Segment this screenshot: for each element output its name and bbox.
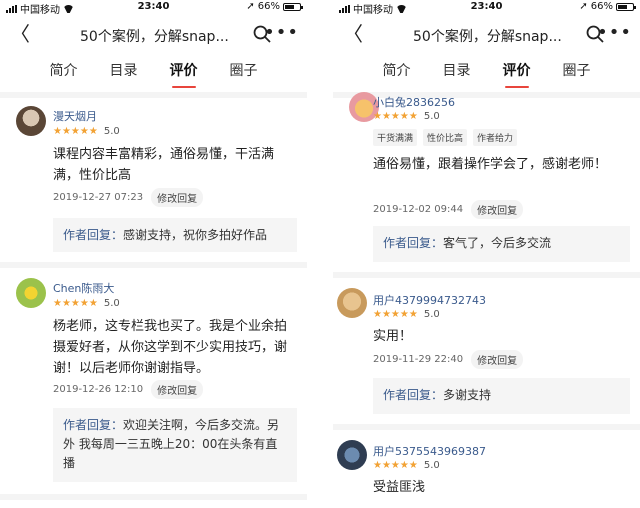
tab-catalog[interactable]: 目录 (427, 60, 487, 92)
reply-label: 作者回复： (383, 388, 444, 402)
review-content: 杨老师，这专栏我也买了。我是个业余拍摄爱好者，从你这学到不少实用技巧，谢谢！以后… (53, 319, 288, 376)
author-reply: 作者回复：感谢支持，祝你多拍好作品 (53, 218, 297, 252)
nav-bar: 〈 50个案例，分解snap... ••• (333, 20, 640, 50)
right-screen: 中国移动 23:40 ➚ 66% 〈 50个案例，分解snap... ••• 简… (333, 0, 640, 508)
stars-glyphs: ★★★★★ (53, 298, 98, 309)
battery-icon (283, 2, 303, 11)
tab-circle[interactable]: 圈子 (547, 60, 607, 92)
author-reply: 作者回复：多谢支持 (373, 378, 630, 414)
reply-label: 作者回复： (63, 228, 124, 242)
review-username[interactable]: 用户5375543969387 (373, 443, 486, 459)
review-username[interactable]: 小白兔2836256 (373, 94, 455, 110)
tab-bar: 简介 目录 评价 圈子 (333, 60, 640, 92)
divider (0, 494, 307, 500)
reply-text: 客气了，今后多交流 (443, 236, 552, 250)
divider (333, 272, 640, 278)
tab-intro[interactable]: 简介 (367, 60, 427, 92)
avatar[interactable] (16, 278, 46, 308)
battery-icon (616, 2, 636, 11)
back-arrow-icon[interactable]: 〈 (10, 24, 30, 44)
divider (0, 262, 307, 268)
rating-score: 5.0 (103, 126, 120, 137)
review-date: 2019-12-27 07:23 (53, 192, 144, 203)
author-reply: 作者回复：欢迎关注啊，今后多交流。另外 我每周一三五晚上20：00在头条有直播 (53, 408, 297, 482)
tag: 干货满满 (373, 129, 418, 146)
review-content: 受益匪浅 (373, 480, 426, 495)
rating-stars: ★★★★★ 5.0 (53, 126, 120, 137)
status-bar: 中国移动 23:40 ➚ 66% (0, 0, 307, 16)
review-date: 2019-12-02 09:44 (373, 204, 464, 215)
page-title: 50个案例，分解snap... (413, 29, 562, 45)
divider (333, 424, 640, 430)
stars-glyphs: ★★★★★ (373, 309, 418, 320)
edit-reply-button[interactable]: 修改回复 (471, 350, 524, 369)
tab-circle[interactable]: 圈子 (214, 60, 274, 92)
page-title: 50个案例，分解snap... (80, 29, 229, 45)
screenshot-gap (307, 0, 333, 508)
location-icon: ➚ (246, 1, 255, 12)
avatar[interactable] (337, 440, 367, 470)
review-content: 实用！ (373, 329, 413, 344)
rating-stars: ★★★★★ 5.0 (53, 298, 120, 309)
tab-reviews[interactable]: 评价 (154, 60, 214, 92)
tab-intro[interactable]: 简介 (34, 60, 94, 92)
review-content: 课程内容丰富精彩，通俗易懂，干活满满，性价比高 (53, 147, 275, 183)
reply-text: 感谢支持，祝你多拍好作品 (123, 228, 268, 242)
review-meta: 2019-12-27 07:23 修改回复 (53, 188, 204, 207)
tab-catalog[interactable]: 目录 (94, 60, 154, 92)
more-icon[interactable]: ••• (597, 22, 632, 43)
reply-label: 作者回复： (383, 236, 444, 250)
stars-glyphs: ★★★★★ (373, 460, 418, 471)
avatar[interactable] (16, 106, 46, 136)
review-username[interactable]: 用户4379994732743 (373, 292, 486, 308)
review-content: 通俗易懂，跟着操作学会了，感谢老师！ (373, 157, 608, 172)
rating-score: 5.0 (423, 309, 440, 320)
rating-score: 5.0 (103, 298, 120, 309)
stars-glyphs: ★★★★★ (53, 126, 98, 137)
more-icon[interactable]: ••• (264, 22, 299, 43)
edit-reply-button[interactable]: 修改回复 (151, 188, 204, 207)
left-screen: 中国移动 23:40 ➚ 66% 〈 50个案例，分解snap... ••• 简… (0, 0, 307, 508)
rating-stars: ★★★★★ 5.0 (373, 460, 440, 471)
reply-text: 多谢支持 (443, 388, 492, 402)
review-date: 2019-12-26 12:10 (53, 384, 144, 395)
review-date: 2019-11-29 22:40 (373, 354, 464, 365)
rating-score: 5.0 (423, 111, 440, 122)
status-bar: 中国移动 23:40 ➚ 66% (333, 0, 640, 16)
review-meta: 2019-11-29 22:40 修改回复 (373, 350, 524, 369)
edit-reply-button[interactable]: 修改回复 (151, 380, 204, 399)
stars-glyphs: ★★★★★ (373, 111, 418, 122)
tag: 性价比高 (423, 129, 468, 146)
review-meta: 2019-12-02 09:44 修改回复 (373, 200, 524, 219)
rating-stars: ★★★★★ 5.0 (373, 111, 440, 122)
battery-percent: 66% (257, 1, 280, 12)
rating-score: 5.0 (423, 460, 440, 471)
review-meta: 2019-12-26 12:10 修改回复 (53, 380, 204, 399)
review-tags: 干货满满 性价比高 作者给力 (373, 129, 518, 146)
nav-bar: 〈 50个案例，分解snap... ••• (0, 20, 307, 50)
tab-bar: 简介 目录 评价 圈子 (0, 60, 307, 92)
location-icon: ➚ (579, 1, 588, 12)
author-reply: 作者回复：客气了，今后多交流 (373, 226, 630, 262)
rating-stars: ★★★★★ 5.0 (373, 309, 440, 320)
review-username[interactable]: Chen陈雨大 (53, 280, 114, 296)
edit-reply-button[interactable]: 修改回复 (471, 200, 524, 219)
tag: 作者给力 (473, 129, 518, 146)
battery-percent: 66% (590, 1, 613, 12)
reply-label: 作者回复： (63, 418, 124, 432)
avatar[interactable] (337, 288, 367, 318)
tab-reviews[interactable]: 评价 (487, 60, 547, 92)
back-arrow-icon[interactable]: 〈 (343, 24, 363, 44)
divider (0, 92, 307, 98)
review-username[interactable]: 漫天烟月 (53, 108, 97, 124)
